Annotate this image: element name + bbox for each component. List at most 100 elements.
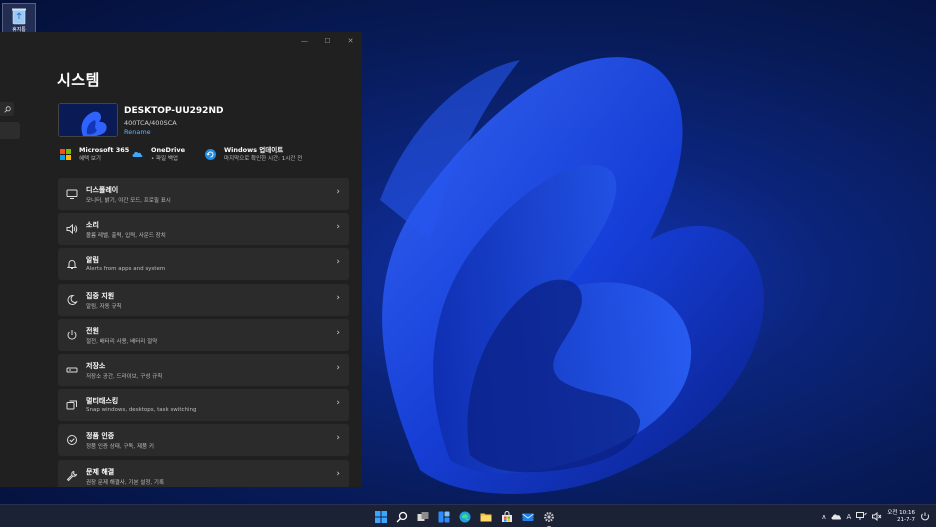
store-icon <box>502 511 512 522</box>
storage-icon <box>66 367 78 373</box>
chevron-right-icon: › <box>336 362 340 373</box>
settings-item-subtitle: 절전, 배터리 사용, 배터리 절약 <box>86 338 158 345</box>
quick-link-subtitle: 마지막으로 확인한 시간: 1시간 전 <box>224 156 303 162</box>
settings-item-title: 문제 해결 <box>86 467 115 476</box>
volume-icon[interactable] <box>872 512 882 521</box>
chevron-right-icon: › <box>336 222 340 233</box>
recycle-bin-icon <box>12 8 26 25</box>
chevron-right-icon: › <box>336 327 340 338</box>
start-icon <box>375 511 387 523</box>
onedrive-icon <box>132 151 143 157</box>
power-icon <box>67 329 77 340</box>
quick-link-subtitle: • 파일 백업 <box>151 156 178 162</box>
onedrive-tray-icon[interactable] <box>831 513 842 520</box>
clock-date: 21-7-7 <box>897 516 915 523</box>
sidebar-item-system[interactable] <box>0 122 20 139</box>
settings-item-subtitle: 모니터, 밝기, 야간 모드, 프로필 표시 <box>86 198 171 204</box>
device-name: DESKTOP-UU292ND <box>124 106 224 116</box>
settings-icon <box>544 512 554 522</box>
notification-center-icon[interactable] <box>920 512 930 522</box>
page-title: 시스템 <box>57 71 100 89</box>
chevron-right-icon: › <box>336 468 340 479</box>
quick-link-title: Windows 업데이트 <box>224 146 284 154</box>
quick-link-windows-update[interactable]: Windows 업데이트 마지막으로 확인한 시간: 1시간 전 <box>205 146 302 168</box>
settings-item-multitasking[interactable]: 멀티태스킹 Snap windows, desktops, task switc… <box>58 389 349 422</box>
quick-link-title: OneDrive <box>151 146 186 154</box>
settings-item-activation[interactable]: 정품 인증 정품 인증 상태, 구독, 제품 키 › <box>58 424 349 457</box>
search-icon <box>396 511 408 523</box>
ime-indicator[interactable]: A <box>846 513 851 521</box>
settings-window: — ☐ ✕ 시스템 DESKTOP-UU292ND 400TCA/400SCA … <box>0 32 362 487</box>
task-view-icon <box>417 512 429 521</box>
settings-item-subtitle: Snap windows, desktops, task switching <box>86 407 197 414</box>
widgets-icon <box>438 511 450 523</box>
settings-item-troubleshoot[interactable]: 문제 해결 권장 문제 해결사, 기본 설정, 기록 › <box>58 459 349 487</box>
minimize-button[interactable]: — <box>293 32 316 50</box>
clock[interactable]: 오전 10:16 21-7-7 <box>887 510 915 524</box>
mail-button[interactable] <box>520 509 536 525</box>
notification-icon <box>66 260 78 270</box>
windows-update-icon <box>205 149 216 160</box>
file-explorer-button[interactable] <box>478 509 494 525</box>
quick-link-title: Microsoft 365 <box>79 146 130 154</box>
settings-item-title: 멀티태스킹 <box>86 397 119 406</box>
settings-app-button[interactable] <box>541 509 557 527</box>
rename-link[interactable]: Rename <box>124 128 151 136</box>
widgets-button[interactable] <box>436 509 452 525</box>
edge-button[interactable] <box>457 509 473 525</box>
chevron-right-icon: › <box>336 292 340 303</box>
settings-item-title: 전원 <box>86 326 99 335</box>
settings-item-sound[interactable]: 소리 볼륨 레벨, 출력, 입력, 사운드 장치 › <box>58 213 349 246</box>
title-bar: — ☐ ✕ <box>293 32 362 50</box>
taskbar-apps <box>373 509 557 527</box>
settings-item-title: 알림 <box>86 256 99 265</box>
store-button[interactable] <box>499 509 515 525</box>
recycle-bin-shortcut[interactable]: 휴지통 <box>2 3 36 35</box>
settings-item-subtitle: Alerts from apps and system <box>86 266 166 273</box>
taskbar: ∧ A 오전 10:16 21-7-7 <box>0 504 936 527</box>
settings-list: 디스플레이 모니터, 밝기, 야간 모드, 프로필 표시 › 소리 볼륨 레벨,… <box>58 178 349 487</box>
settings-item-display[interactable]: 디스플레이 모니터, 밝기, 야간 모드, 프로필 표시 › <box>58 178 349 210</box>
network-icon[interactable] <box>856 512 868 521</box>
focus-assist-icon <box>67 294 78 305</box>
settings-item-storage[interactable]: 저장소 저장소 공간, 드라이브, 구성 규칙 › <box>58 353 349 386</box>
settings-item-title: 집중 지원 <box>86 291 115 300</box>
start-button[interactable] <box>373 509 389 525</box>
settings-item-subtitle: 볼륨 레벨, 출력, 입력, 사운드 장치 <box>86 233 166 240</box>
clock-time: 오전 10:16 <box>887 509 915 516</box>
settings-item-title: 소리 <box>86 221 99 230</box>
edge-icon <box>459 511 471 523</box>
settings-item-power[interactable]: 전원 절전, 배터리 사용, 배터리 절약 › <box>58 318 349 351</box>
task-view-button[interactable] <box>415 509 431 525</box>
mail-icon <box>522 513 534 521</box>
system-tray: ∧ A 오전 10:16 21-7-7 <box>821 508 930 525</box>
activation-icon <box>67 435 77 446</box>
search-icon <box>3 105 11 113</box>
settings-item-focus-assist[interactable]: 집중 지원 알림, 자동 규칙 › <box>58 283 349 316</box>
settings-item-subtitle: 알림, 자동 규칙 <box>86 303 122 310</box>
settings-item-title: 디스플레이 <box>86 186 119 194</box>
taskbar-search-button[interactable] <box>394 509 410 525</box>
close-button[interactable]: ✕ <box>339 32 362 50</box>
quick-link-microsoft-365[interactable]: Microsoft 365 혜택 보기 <box>60 146 129 168</box>
settings-item-subtitle: 저장소 공간, 드라이브, 구성 규칙 <box>86 373 163 380</box>
sound-icon <box>66 224 78 235</box>
chevron-right-icon: › <box>336 187 340 197</box>
chevron-up-icon[interactable]: ∧ <box>821 513 826 521</box>
display-icon <box>66 189 78 199</box>
device-thumbnail <box>58 103 118 137</box>
settings-item-title: 정품 인증 <box>86 432 115 441</box>
settings-item-subtitle: 권장 문제 해결사, 기본 설정, 기록 <box>86 479 165 486</box>
quick-link-onedrive[interactable]: OneDrive • 파일 백업 <box>132 146 185 168</box>
chevron-right-icon: › <box>336 398 340 409</box>
chevron-right-icon: › <box>336 257 340 268</box>
maximize-button[interactable]: ☐ <box>316 32 339 50</box>
settings-item-notifications[interactable]: 알림 Alerts from apps and system › <box>58 248 349 281</box>
settings-item-subtitle: 정품 인증 상태, 구독, 제품 키 <box>86 444 154 451</box>
quick-link-subtitle: 혜택 보기 <box>79 156 101 162</box>
search-button[interactable] <box>0 102 14 116</box>
device-info: DESKTOP-UU292ND 400TCA/400SCA Rename <box>58 103 348 139</box>
troubleshoot-icon <box>66 470 78 481</box>
microsoft-365-icon <box>60 149 71 160</box>
settings-item-title: 저장소 <box>86 361 106 370</box>
